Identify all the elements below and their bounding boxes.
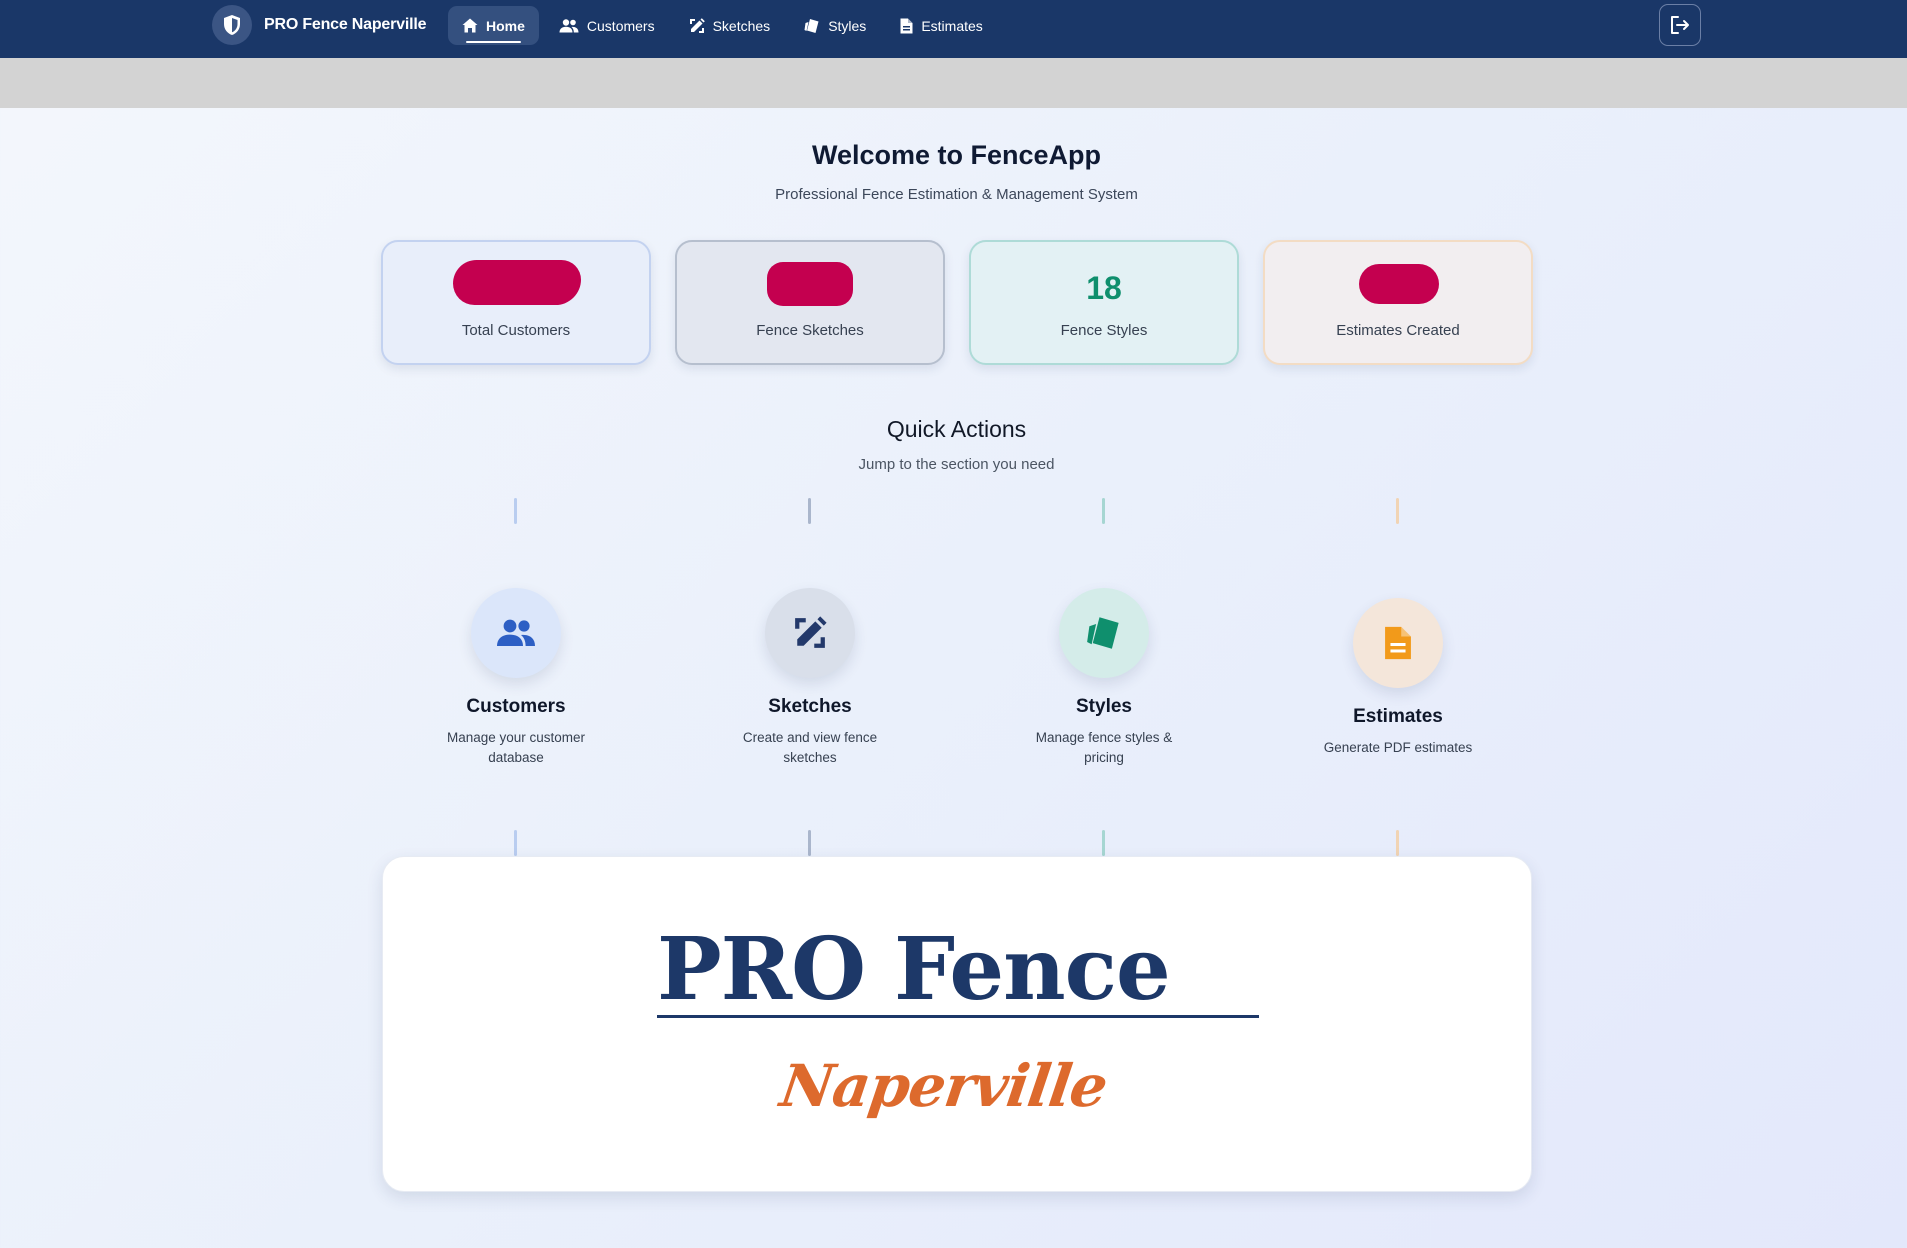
stat-card-total-customers: Total Customers <box>381 240 651 365</box>
action-title: Styles <box>1076 696 1132 717</box>
action-description: Manage fence styles & pricing <box>1035 730 1173 765</box>
stat-value: 18 <box>1086 270 1122 306</box>
page-title: Welcome to FenceApp <box>811 140 1102 170</box>
logout-button[interactable] <box>1659 4 1701 46</box>
page-subtitle: Professional Fence Estimation & Manageme… <box>775 186 1138 203</box>
brand[interactable]: PRO Fence Naperville <box>212 4 426 46</box>
quick-action-estimates[interactable]: Estimates Generate PDF estimates <box>1278 598 1518 758</box>
stat-card-fence-styles: 18 Fence Styles <box>969 240 1239 365</box>
users-icon <box>497 619 535 646</box>
divider-tick <box>1396 498 1399 524</box>
logo-main-text: PRO Fence <box>657 919 1171 1020</box>
nav-item-label: Sketches <box>712 17 771 34</box>
nav-item-styles[interactable]: Styles <box>790 6 880 45</box>
nav-item-estimates[interactable]: Estimates <box>886 6 996 45</box>
stat-label: Fence Styles <box>1060 322 1148 339</box>
brand-name: PRO Fence Naperville <box>264 16 427 33</box>
action-description: Generate PDF estimates <box>1323 740 1473 755</box>
logo-script-text: Naperville <box>776 1052 1112 1120</box>
quick-action-styles[interactable]: Styles Manage fence styles & pricing <box>984 588 1224 768</box>
file-icon <box>1385 626 1411 660</box>
stat-card-fence-sketches: Fence Sketches <box>675 240 945 365</box>
divider-tick <box>1102 498 1105 524</box>
nav-item-label: Customers <box>586 17 655 34</box>
stat-label: Estimates Created <box>1336 322 1460 339</box>
logo-underline <box>657 1015 1259 1018</box>
action-title: Sketches <box>768 696 852 717</box>
redacted-value <box>1359 264 1439 304</box>
pen-ruler-icon <box>795 616 827 648</box>
sketches-action-icon-circle <box>765 588 855 678</box>
stat-label: Fence Sketches <box>756 322 864 339</box>
styles-action-icon-circle <box>1059 588 1149 678</box>
company-logo-card: PRO Fence Naperville <box>382 856 1532 1192</box>
nav-menu: Home Customers Sketches Styles Estimates <box>448 6 1003 45</box>
swatches-icon <box>1087 617 1119 649</box>
top-navbar: PRO Fence Naperville Home Customers Sket… <box>0 0 1907 58</box>
quick-actions-title: Quick Actions <box>886 416 1027 442</box>
users-icon <box>559 18 579 32</box>
divider-tick <box>514 498 517 524</box>
divider-tick <box>1102 830 1105 856</box>
redacted-value <box>453 260 581 305</box>
nav-item-label: Home <box>486 17 525 34</box>
swatches-icon <box>804 18 819 33</box>
quick-action-sketches[interactable]: Sketches Create and view fence sketches <box>690 588 930 768</box>
nav-item-home[interactable]: Home <box>448 6 539 45</box>
action-title: Customers <box>466 696 566 717</box>
action-description: Manage your customer database <box>446 730 586 765</box>
divider-tick <box>808 830 811 856</box>
stat-card-estimates-created: Estimates Created <box>1263 240 1533 365</box>
stat-label: Total Customers <box>461 322 571 339</box>
divider-tick <box>1396 830 1399 856</box>
quick-actions-subtitle: Jump to the section you need <box>858 456 1055 473</box>
nav-item-label: Estimates <box>921 17 983 34</box>
nav-item-sketches[interactable]: Sketches <box>675 6 785 45</box>
file-icon <box>900 18 913 33</box>
quick-action-customers[interactable]: Customers Manage your customer database <box>396 588 636 768</box>
logout-icon <box>1671 16 1689 34</box>
nav-item-label: Styles <box>828 17 867 34</box>
action-description: Create and view fence sketches <box>742 730 878 765</box>
estimates-action-icon-circle <box>1353 598 1443 688</box>
home-icon <box>462 18 478 33</box>
nav-item-customers[interactable]: Customers <box>545 6 669 45</box>
shield-icon <box>212 5 252 45</box>
pen-ruler-icon <box>689 17 705 33</box>
action-title: Estimates <box>1353 706 1443 727</box>
divider-tick <box>514 830 517 856</box>
redacted-value <box>767 262 853 306</box>
divider-tick <box>808 498 811 524</box>
banner-placeholder <box>0 58 1907 108</box>
customers-action-icon-circle <box>471 588 561 678</box>
